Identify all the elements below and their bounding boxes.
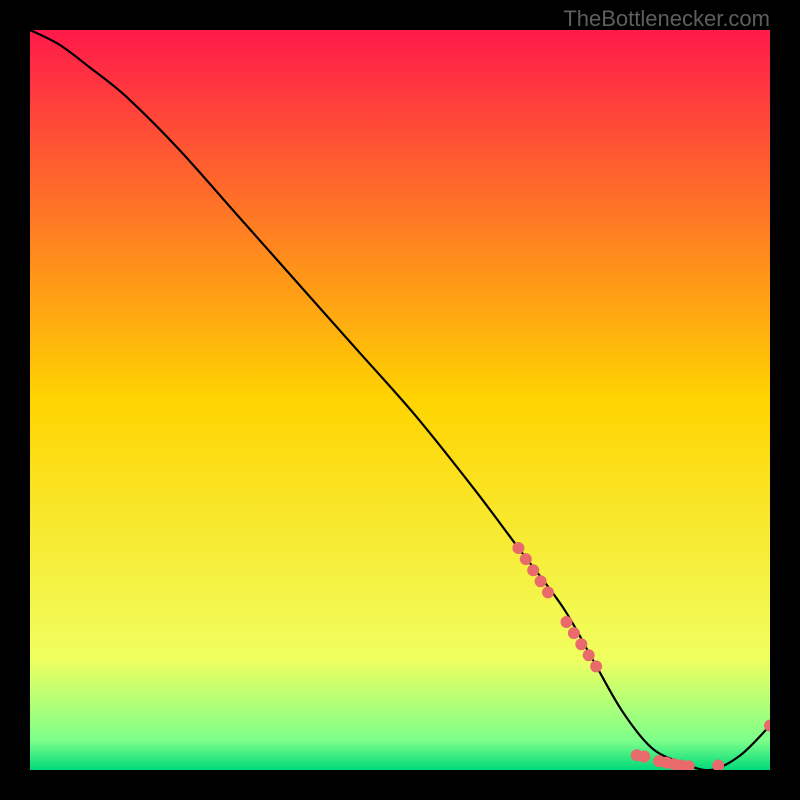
marker-dot bbox=[575, 638, 587, 650]
attribution-label: TheBottlenecker.com bbox=[563, 6, 770, 32]
marker-dot bbox=[535, 575, 547, 587]
chart-frame: TheBottlenecker.com bbox=[0, 0, 800, 800]
marker-dot bbox=[527, 564, 539, 576]
marker-dot bbox=[590, 660, 602, 672]
marker-dot bbox=[561, 616, 573, 628]
plot-area bbox=[30, 30, 770, 770]
marker-dot bbox=[638, 751, 650, 763]
marker-dot bbox=[583, 649, 595, 661]
gradient-background bbox=[30, 30, 770, 770]
marker-dot bbox=[512, 542, 524, 554]
marker-dot bbox=[520, 553, 532, 565]
marker-dot bbox=[568, 627, 580, 639]
chart-svg bbox=[30, 30, 770, 770]
marker-dot bbox=[542, 586, 554, 598]
